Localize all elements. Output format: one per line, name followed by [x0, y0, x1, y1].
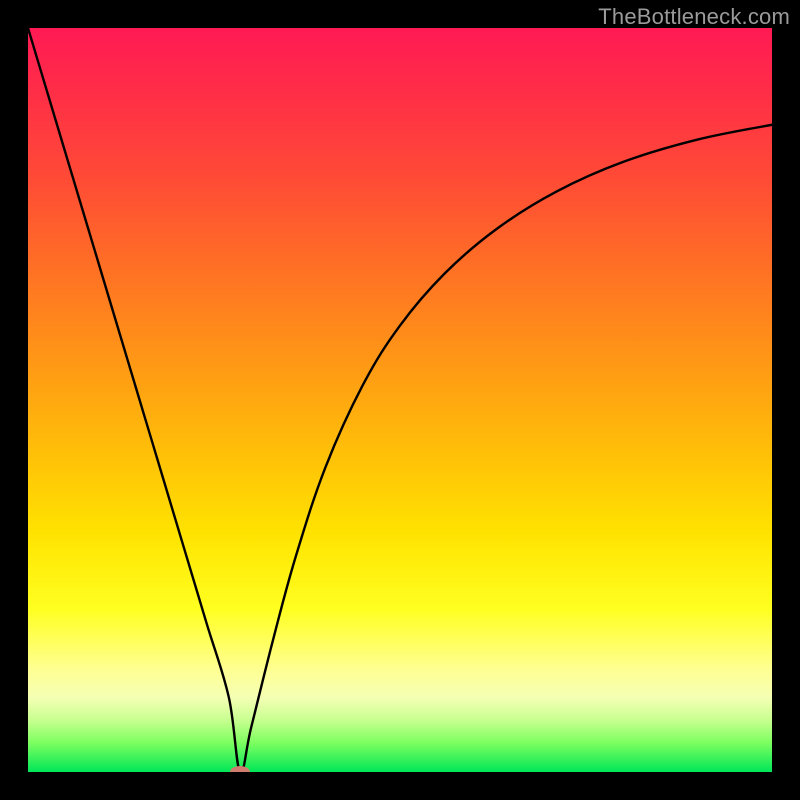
bottleneck-curve — [28, 28, 772, 772]
optimal-point-marker — [230, 766, 250, 772]
chart-frame: TheBottleneck.com — [0, 0, 800, 800]
plot-area — [28, 28, 772, 772]
curve-svg — [28, 28, 772, 772]
watermark-text: TheBottleneck.com — [598, 4, 790, 30]
